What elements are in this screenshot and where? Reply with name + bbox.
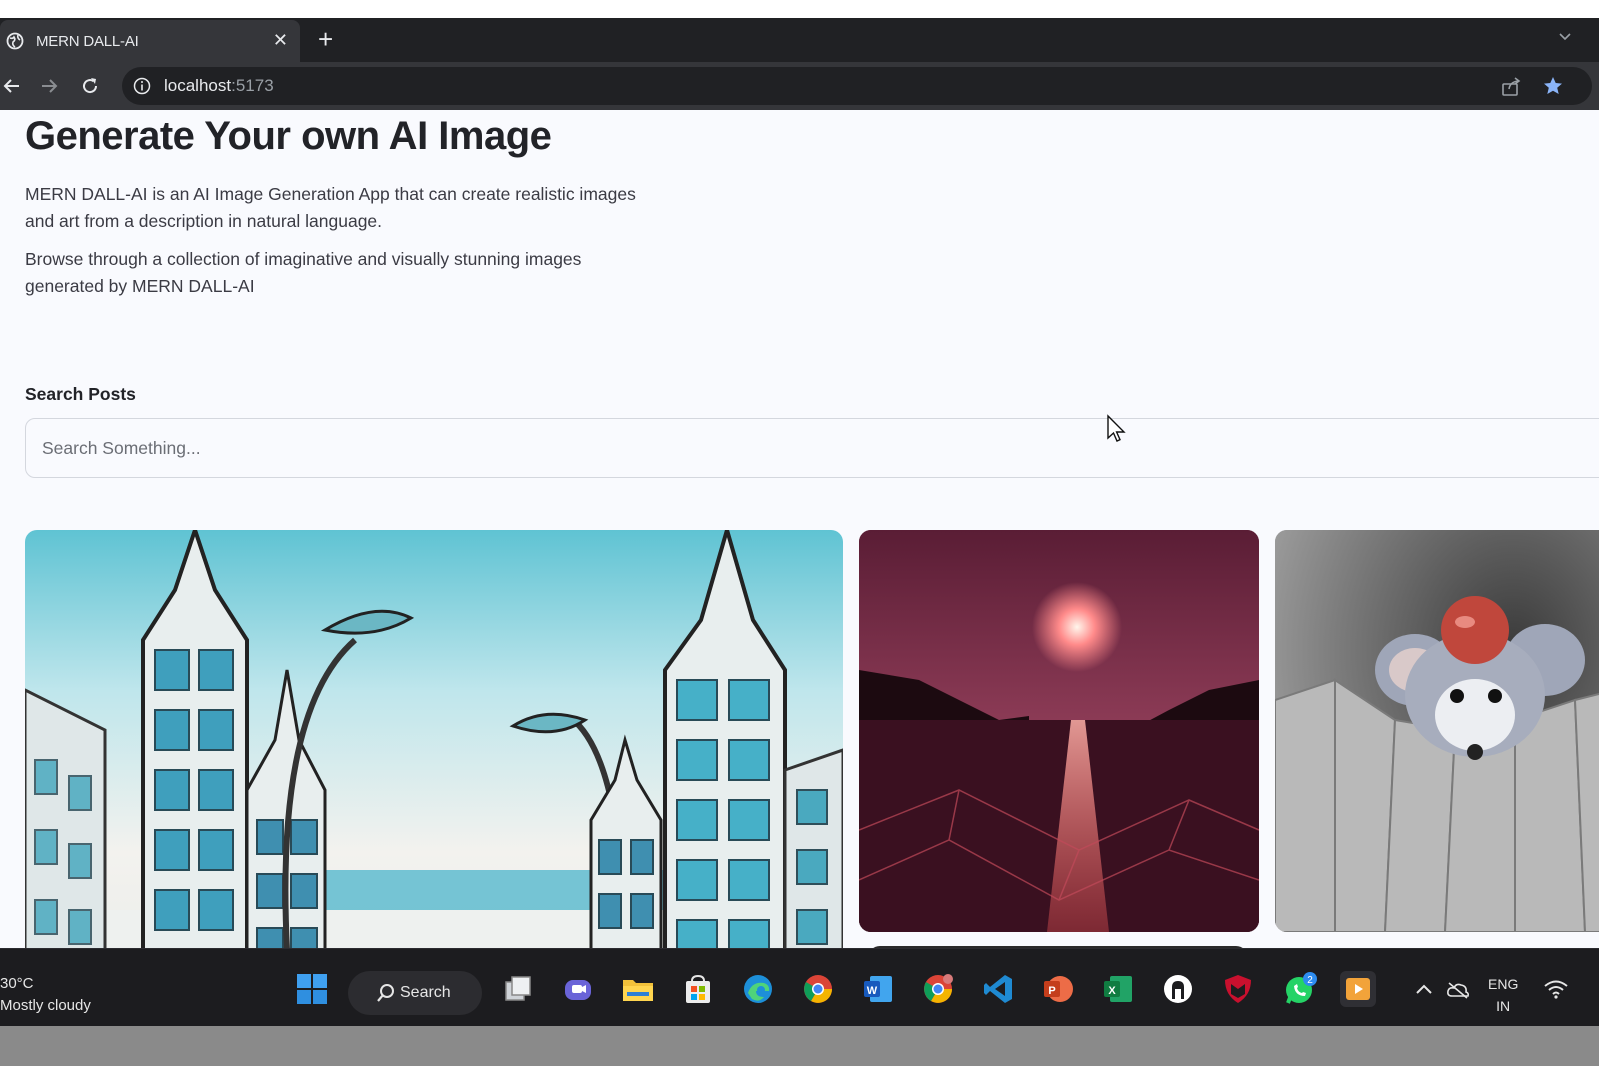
page-description: MERN DALL-AI is an AI Image Generation A… [25, 184, 636, 231]
whatsapp-badge: 2 [1307, 975, 1313, 986]
address-bar[interactable]: localhost:5173 [122, 67, 1592, 105]
mouse-cursor-icon [1106, 414, 1128, 449]
generated-image-card[interactable] [859, 530, 1259, 932]
forward-arrow-icon[interactable] [37, 74, 61, 98]
powerpoint-icon[interactable]: P [1040, 971, 1076, 1007]
tab-title: MERN DALL-AI [36, 32, 139, 50]
page-subdescription: Browse through a collection of imaginati… [25, 249, 582, 296]
page-content: Generate Your own AI Image MERN DALL-AI … [0, 110, 1599, 968]
generated-image-card[interactable] [25, 530, 843, 968]
task-view-icon[interactable] [500, 971, 536, 1007]
svg-text:P: P [1048, 985, 1055, 997]
language-indicator[interactable]: ENG IN [1488, 973, 1518, 1017]
chevron-down-icon[interactable] [1557, 28, 1573, 49]
windows-start-icon[interactable] [294, 971, 330, 1007]
language-code: ENG [1488, 976, 1519, 992]
github-desktop-icon[interactable] [1160, 971, 1196, 1007]
file-explorer-icon[interactable] [620, 971, 656, 1007]
new-tab-button[interactable]: + [318, 26, 333, 52]
mcafee-shield-icon[interactable] [1220, 971, 1256, 1007]
sunset-sea-image [859, 530, 1259, 932]
search-icon [376, 983, 396, 1008]
url-port: :5173 [231, 76, 274, 95]
page-title: Generate Your own AI Image [25, 114, 552, 158]
search-input[interactable] [25, 418, 1599, 478]
weather-desc: Mostly cloudy [0, 997, 91, 1014]
browser-toolbar: localhost:5173 [0, 62, 1599, 110]
chrome-profile-icon[interactable] [920, 971, 956, 1007]
vscode-icon[interactable] [980, 971, 1016, 1007]
search-label: Search Posts [25, 384, 136, 404]
taskbar: 30°C Mostly cloudy Search W P X 2 ENG IN [0, 948, 1599, 1026]
weather-widget[interactable]: 30°C Mostly cloudy [0, 973, 91, 1017]
microsoft-store-icon[interactable] [680, 971, 716, 1007]
generated-image-card[interactable] [1275, 530, 1599, 932]
chrome-icon[interactable] [800, 971, 836, 1007]
region-code: IN [1496, 998, 1511, 1014]
svg-text:X: X [1108, 985, 1116, 997]
wifi-icon[interactable] [1543, 979, 1569, 1004]
screen-top-border [0, 0, 1599, 18]
excel-icon[interactable]: X [1100, 971, 1136, 1007]
share-icon[interactable] [1500, 76, 1522, 103]
svg-text:W: W [867, 985, 878, 997]
taskbar-search-button[interactable]: Search [348, 971, 482, 1015]
weather-temp: 30°C [0, 975, 34, 992]
screen-bottom-border [0, 1026, 1599, 1066]
taskbar-search-label: Search [400, 984, 451, 1001]
edge-browser-icon[interactable] [740, 971, 776, 1007]
whatsapp-icon[interactable]: 2 [1282, 971, 1318, 1007]
cloud-offline-icon[interactable] [1446, 981, 1470, 1004]
word-icon[interactable]: W [860, 971, 896, 1007]
browser-tab[interactable]: MERN DALL-AI ✕ [0, 20, 300, 62]
globe-icon [6, 32, 24, 50]
chevron-up-icon[interactable] [1414, 981, 1434, 1002]
media-player-icon[interactable] [1340, 971, 1376, 1007]
close-icon[interactable]: ✕ [273, 30, 288, 50]
teams-chat-icon[interactable] [560, 971, 596, 1007]
reload-icon[interactable] [78, 74, 102, 98]
browser-tab-bar: MERN DALL-AI ✕ + [0, 18, 1599, 62]
back-arrow-icon[interactable] [0, 74, 24, 98]
info-icon[interactable] [132, 76, 152, 96]
mouse-toy-image [1275, 530, 1599, 932]
city-sketch-image [25, 530, 843, 968]
bookmark-star-icon[interactable] [1542, 75, 1564, 102]
url-host: localhost [164, 76, 232, 95]
